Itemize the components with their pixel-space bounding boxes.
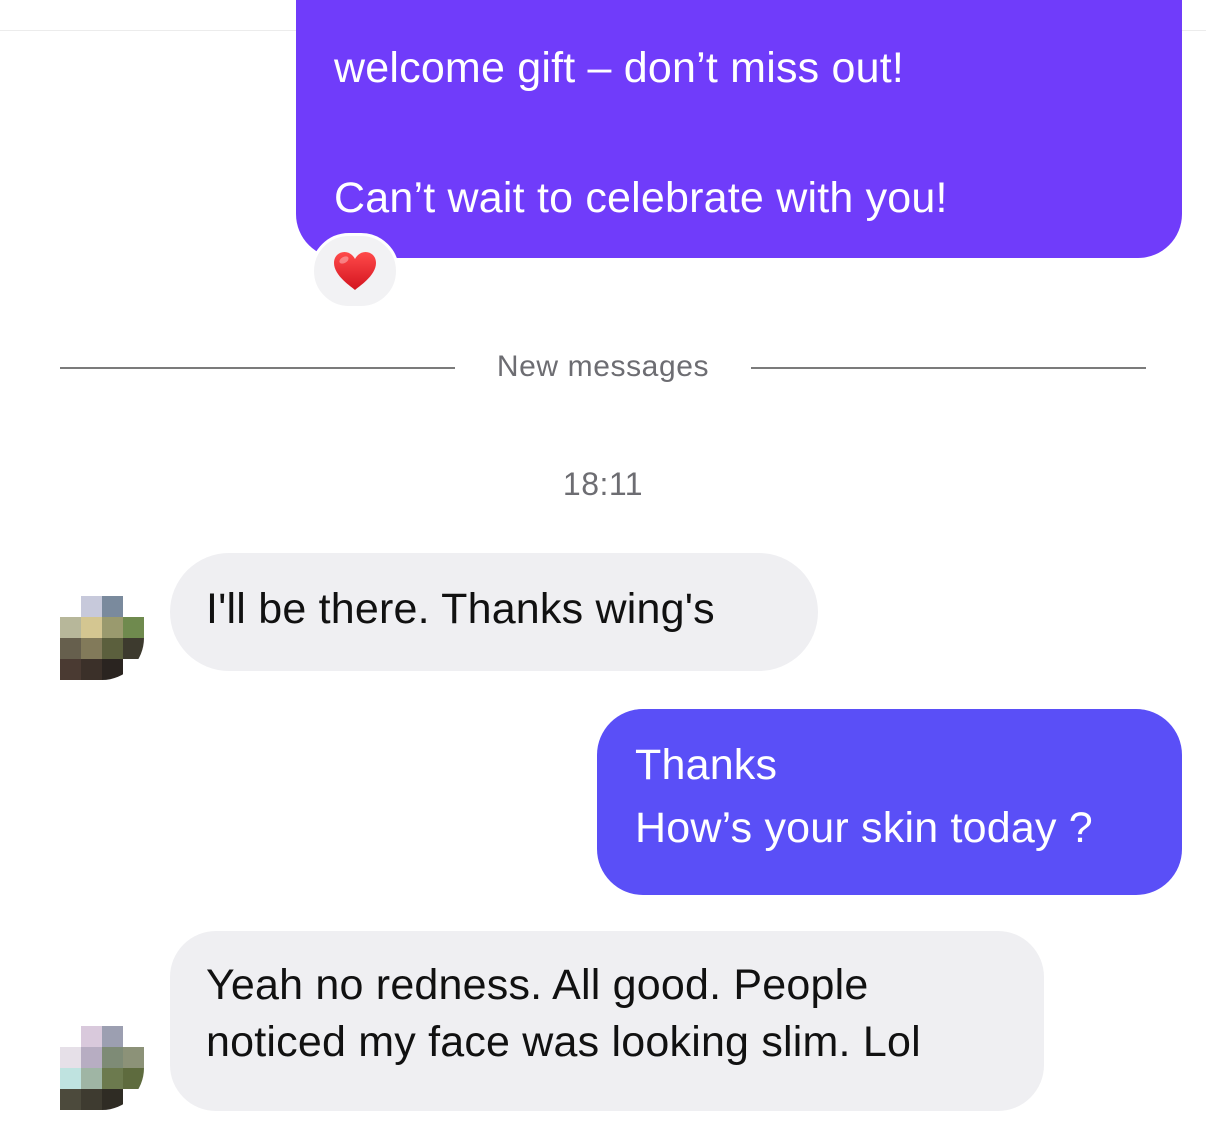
message-text: welcome gift – don’t miss out!	[334, 44, 905, 92]
avatar-pixel	[123, 617, 144, 638]
avatar-pixel	[60, 1026, 81, 1047]
divider-line-left	[60, 367, 455, 369]
avatar-pixel	[81, 1089, 102, 1110]
new-messages-label: New messages	[496, 350, 710, 383]
avatar-pixel	[123, 1089, 144, 1110]
message-text: How’s your skin today ?	[635, 804, 1093, 853]
avatar-pixel	[81, 596, 102, 617]
message-timestamp: 18:11	[562, 466, 644, 502]
avatar-pixel	[81, 1068, 102, 1089]
avatar-pixel	[123, 596, 144, 617]
reaction-badge[interactable]	[311, 233, 399, 309]
message-text: I'll be there. Thanks wing's	[206, 585, 715, 633]
avatar-pixel	[123, 1068, 144, 1089]
avatar-pixel	[81, 617, 102, 638]
new-messages-divider: New messages	[60, 350, 1146, 390]
avatar-pixel	[60, 1089, 81, 1110]
heart-icon	[334, 252, 376, 290]
avatar-pixel	[102, 617, 123, 638]
incoming-message-bubble[interactable]: Yeah no redness. All good. People notice…	[170, 931, 1044, 1111]
avatar-pixel	[81, 1047, 102, 1068]
avatar-pixel	[102, 638, 123, 659]
message-text: Can’t wait to celebrate with you!	[334, 174, 948, 223]
avatar-pixel	[123, 659, 144, 680]
avatar-pixel	[102, 1047, 123, 1068]
avatar-pixel	[60, 617, 81, 638]
avatar-pixel	[81, 1026, 102, 1047]
avatar-pixel	[102, 1068, 123, 1089]
contact-avatar[interactable]	[60, 1026, 144, 1110]
outgoing-message-bubble[interactable]: Thanks How’s your skin today ?	[597, 709, 1182, 895]
avatar-pixel	[123, 1026, 144, 1047]
avatar-pixel	[102, 1089, 123, 1110]
avatar-pixel	[102, 596, 123, 617]
avatar-pixel	[60, 659, 81, 680]
message-text: Yeah no redness. All good. People	[206, 961, 869, 1009]
message-text: noticed my face was looking slim. Lol	[206, 1018, 921, 1067]
chat-thread: welcome gift – don’t miss out! Can’t wai…	[0, 0, 1206, 1131]
divider-line-right	[751, 367, 1146, 369]
avatar-pixel	[123, 1047, 144, 1068]
outgoing-message-bubble[interactable]: welcome gift – don’t miss out! Can’t wai…	[296, 0, 1182, 258]
avatar-pixel	[81, 638, 102, 659]
message-text: Thanks	[635, 741, 778, 789]
avatar-pixel	[123, 638, 144, 659]
avatar-pixel	[60, 1047, 81, 1068]
avatar-pixel	[81, 659, 102, 680]
avatar-pixel	[60, 638, 81, 659]
contact-avatar[interactable]	[60, 596, 144, 680]
avatar-pixel	[60, 1068, 81, 1089]
avatar-pixel	[102, 1026, 123, 1047]
avatar-pixel	[102, 659, 123, 680]
avatar-pixel	[60, 596, 81, 617]
incoming-message-bubble[interactable]: I'll be there. Thanks wing's	[170, 553, 818, 671]
